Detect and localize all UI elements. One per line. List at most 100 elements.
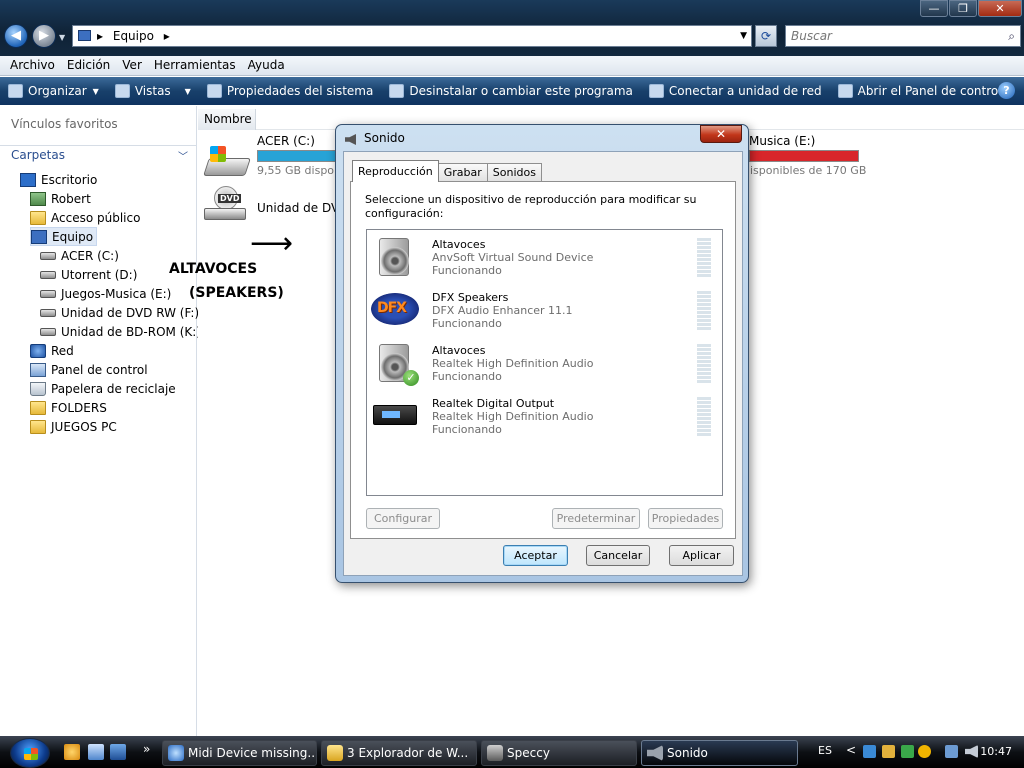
user-icon <box>30 191 46 206</box>
column-header-name[interactable]: Nombre <box>198 109 256 130</box>
tab-reproduccion[interactable]: Reproducción <box>352 160 439 182</box>
dialog-close-button[interactable]: ✕ <box>700 125 742 143</box>
windows-orb-icon[interactable] <box>10 738 50 768</box>
minimize-button[interactable]: — <box>920 0 948 17</box>
open-control-panel-button[interactable]: Abrir el Panel de control <box>830 84 1010 98</box>
divider[interactable] <box>0 145 196 146</box>
taskbar-button-sonido[interactable]: Sonido <box>641 740 798 766</box>
tree-label: Red <box>51 343 74 358</box>
tree-label: ACER (C:) <box>61 248 119 263</box>
tree-item-dvd-rw-f[interactable]: Unidad de DVD RW (F:) <box>40 303 199 322</box>
back-button[interactable]: ◀ <box>4 24 28 48</box>
device-item-altavoces-realtek[interactable]: ✓ Altavoces Realtek High Definition Audi… <box>367 336 722 389</box>
speccy-icon <box>487 745 503 761</box>
forward-button[interactable]: ▶ <box>32 24 56 48</box>
tree-item-juegos-musica-e[interactable]: Juegos-Musica (E:) <box>40 284 171 303</box>
network-drive-icon <box>648 84 664 98</box>
device-description: DFX Audio Enhancer 11.1 <box>432 304 573 317</box>
tree-label: Papelera de reciclaje <box>51 381 176 396</box>
tab-grabar[interactable]: Grabar <box>437 163 488 182</box>
menu-ver[interactable]: Ver <box>116 56 148 75</box>
maximize-button[interactable]: ❐ <box>949 0 977 17</box>
menu-herramientas[interactable]: Herramientas <box>148 56 242 75</box>
menu-archivo[interactable]: Archivo <box>4 56 61 75</box>
desktop-icon <box>20 172 36 187</box>
volume-tray-icon[interactable] <box>965 745 978 758</box>
device-status: Funcionando <box>432 370 502 383</box>
connection-tray-icon[interactable] <box>945 745 958 758</box>
tree-item-acer-c[interactable]: ACER (C:) <box>40 246 119 265</box>
tree-item-robert[interactable]: Robert <box>30 189 91 208</box>
drive-free-space: 9,55 GB dispon <box>257 164 342 177</box>
tree-item-panel-de-control[interactable]: Panel de control <box>30 360 148 379</box>
system-properties-button[interactable]: Propiedades del sistema <box>199 84 382 98</box>
taskbar-button-speccy[interactable]: Speccy <box>481 740 637 766</box>
tree-item-utorrent-d[interactable]: Utorrent (D:) <box>40 265 137 284</box>
tree-item-bd-rom-k[interactable]: Unidad de BD-ROM (K:) <box>40 322 201 341</box>
refresh-button[interactable]: ⟳ <box>755 25 777 47</box>
device-status: Funcionando <box>432 317 502 330</box>
explorer-quicklaunch-icon[interactable] <box>88 744 104 760</box>
configure-button[interactable]: Configurar <box>366 508 440 529</box>
playback-device-list[interactable]: Altavoces AnvSoft Virtual Sound Device F… <box>366 229 723 496</box>
address-bar[interactable]: ▸ Equipo ▸ ▼ <box>72 25 752 47</box>
device-item-altavoces-anvsoft[interactable]: Altavoces AnvSoft Virtual Sound Device F… <box>367 230 722 283</box>
search-input[interactable]: Buscar ⌕ <box>785 25 1021 47</box>
help-icon[interactable]: ? <box>998 82 1015 99</box>
receiver-display <box>382 411 400 418</box>
speaker-box <box>379 238 409 276</box>
taskbar-button-midi[interactable]: Midi Device missing... <box>162 740 317 766</box>
address-crumb-equipo[interactable]: Equipo <box>113 29 154 43</box>
tree-item-acceso-publico[interactable]: Acceso público <box>30 208 140 227</box>
tree-label: Acceso público <box>51 210 141 225</box>
address-separator[interactable]: ▸ <box>97 29 103 43</box>
address-dropdown-icon[interactable]: ▼ <box>740 26 747 46</box>
menu-ayuda[interactable]: Ayuda <box>242 56 291 75</box>
annotation-arrow-icon: ⟶ <box>250 226 294 261</box>
tray-expand-chevron[interactable]: < <box>846 743 856 757</box>
update-tray-icon[interactable] <box>882 745 895 758</box>
tree-item-juegos-pc[interactable]: JUEGOS PC <box>30 417 117 436</box>
security-tray-icon[interactable] <box>901 745 914 758</box>
navigation-pane: Vínculos favoritos Carpetas ﹀ Escritorio… <box>0 106 201 736</box>
show-desktop-icon[interactable] <box>110 744 126 760</box>
tree-item-papelera[interactable]: Papelera de reciclaje <box>30 379 176 398</box>
uninstall-program-button[interactable]: Desinstalar o cambiar este programa <box>381 84 641 98</box>
accept-button[interactable]: Aceptar <box>503 545 568 566</box>
drive-usage-fill <box>258 151 336 161</box>
device-item-realtek-digital[interactable]: Realtek Digital Output Realtek High Defi… <box>367 389 722 442</box>
tree-item-red[interactable]: Red <box>30 341 74 360</box>
taskbar-clock[interactable]: 10:47 <box>980 745 1012 758</box>
annotation-speakers: (SPEAKERS) <box>189 285 284 301</box>
map-network-drive-button[interactable]: Conectar a unidad de red <box>641 84 830 98</box>
dvd-drive-icon <box>40 327 56 336</box>
chevron-down-icon[interactable]: ﹀ <box>178 148 188 163</box>
tree-item-escritorio[interactable]: Escritorio <box>20 170 97 189</box>
language-indicator[interactable]: ES <box>818 744 832 757</box>
properties-button[interactable]: Propiedades <box>648 508 723 529</box>
cancel-button[interactable]: Cancelar <box>586 545 650 566</box>
organize-button[interactable]: Organizar ▼ <box>0 84 107 98</box>
search-icon[interactable]: ⌕ <box>1008 26 1015 46</box>
drive-tray <box>204 208 246 220</box>
quicklaunch-overflow-icon[interactable]: » <box>143 742 150 756</box>
folders-header[interactable]: Carpetas <box>11 148 65 162</box>
windows-flag-icon <box>24 748 38 760</box>
device-item-dfx-speakers[interactable]: DFX DFX Speakers DFX Audio Enhancer 11.1… <box>367 283 722 336</box>
tree-item-folders[interactable]: FOLDERS <box>30 398 107 417</box>
apply-button[interactable]: Aplicar <box>669 545 734 566</box>
tree-item-equipo[interactable]: Equipo <box>30 227 98 246</box>
set-default-button[interactable]: Predeterminar <box>552 508 640 529</box>
tab-sonidos[interactable]: Sonidos <box>486 163 542 182</box>
close-button[interactable]: ✕ <box>978 0 1022 17</box>
network-tray-icon[interactable] <box>863 745 876 758</box>
app-tray-icon[interactable] <box>918 745 931 758</box>
sound-dialog: Sonido ✕ Reproducción Grabar Sonidos Sel… <box>335 124 749 583</box>
settings-gear-icon[interactable] <box>64 744 80 760</box>
recent-pages-chevron-icon[interactable]: ▼ <box>59 33 65 42</box>
address-crumb-chevron[interactable]: ▸ <box>164 29 170 43</box>
taskbar-button-explorer[interactable]: 3 Explorador de W... <box>321 740 477 766</box>
favorite-links-header[interactable]: Vínculos favoritos <box>11 117 118 131</box>
views-button[interactable]: Vistas ▼ <box>107 84 199 98</box>
menu-edicion[interactable]: Edición <box>61 56 116 75</box>
